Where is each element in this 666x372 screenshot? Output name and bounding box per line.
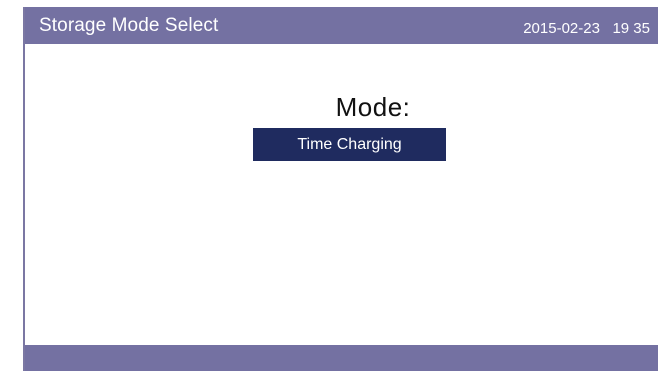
footer-bar — [25, 345, 658, 371]
mode-label: Mode: — [335, 92, 411, 122]
datetime-display: 2015-02-23 19 35 — [523, 20, 650, 37]
mode-selector[interactable]: Time Charging — [253, 128, 446, 161]
page-title: Storage Mode Select — [39, 15, 219, 36]
header-bar: Storage Mode Select 2015-02-23 19 35 — [25, 7, 658, 44]
device-screen: Storage Mode Select 2015-02-23 19 35 Mod… — [23, 7, 658, 371]
